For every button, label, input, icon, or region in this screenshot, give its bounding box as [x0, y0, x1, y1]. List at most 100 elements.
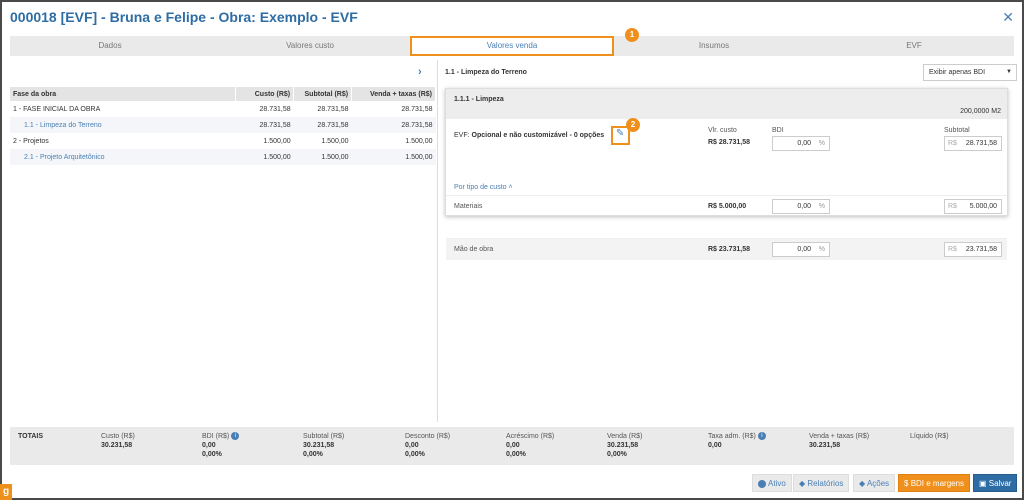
por-tipo-label: Por tipo de custo	[454, 184, 507, 191]
cost-row: Mão de obra R$ 23.731,58 0,00 % R$ 23.73…	[446, 238, 1007, 260]
row-label: 1 - FASE INICIAL DA OBRA	[13, 105, 101, 113]
totals-bar: TOTAIS Custo (R$) 30.231,58 BDI (R$) i 0,…	[10, 427, 1014, 465]
row-custo: 28.731,58	[235, 117, 294, 133]
row-label: 2 - Projetos	[13, 137, 49, 145]
totals-pct: 0,00%	[303, 451, 323, 458]
totals-pct: 0,00%	[506, 451, 526, 458]
totals-col-desconto: Desconto (R$) 0,00 0,00%	[405, 432, 450, 459]
cost-row-subtotal-value: 23.731,58	[965, 246, 997, 253]
salvar-button[interactable]: ▣ Salvar	[973, 474, 1018, 492]
row-venda: 1.500,00	[405, 137, 433, 145]
totals-header: Taxa adm. (R$)	[708, 433, 756, 440]
col-subtotal[interactable]: Subtotal (R$)	[293, 87, 353, 101]
title-bar: 000018 [EVF] - Bruna e Felipe - Obra: Ex…	[2, 2, 1022, 32]
percent-suffix: %	[818, 203, 825, 210]
totals-header: Líquido (R$)	[910, 433, 949, 440]
bdi-input[interactable]: 0,00 %	[772, 136, 830, 151]
tab-evf[interactable]: EVF	[814, 36, 1014, 56]
subtotal-field: R$ 28.731,58	[944, 136, 1002, 151]
currency-prefix: R$	[948, 246, 957, 253]
chevron-up-icon: ˄	[508, 184, 513, 191]
percent-suffix: %	[818, 246, 825, 253]
percent-suffix: %	[818, 140, 825, 147]
cost-row-label: Materiais	[454, 203, 483, 210]
cost-row-bdi-input[interactable]: 0,00 %	[772, 199, 830, 214]
tab-valores-venda[interactable]: Valores venda	[410, 36, 614, 56]
evf-value: Opcional e não customizável - 0 opções	[471, 132, 605, 139]
totals-pct: 0,00%	[202, 451, 222, 458]
totals-header: Custo (R$)	[101, 433, 135, 440]
totals-label: TOTAIS	[18, 432, 43, 441]
table-row[interactable]: 1 - FASE INICIAL DA OBRA 28.731,58 28.73…	[10, 101, 436, 117]
row-custo: 1.500,00	[263, 137, 291, 145]
acoes-button[interactable]: ◆ Ações	[853, 474, 896, 492]
dollar-icon: $	[904, 479, 909, 488]
totals-col-venda-taxas: Venda + taxas (R$) 30.231,58	[809, 432, 869, 450]
col-custo[interactable]: Custo (R$)	[235, 87, 295, 101]
cost-row: Materiais R$ 5.000,00 0,00 % R$ 5.000,00	[446, 195, 1007, 217]
help-widget-icon[interactable]: g	[0, 484, 12, 500]
currency-prefix: R$	[948, 203, 957, 210]
totals-value: 0,00	[405, 442, 419, 449]
info-icon[interactable]: i	[231, 432, 240, 441]
acoes-label: Ações	[866, 479, 890, 488]
cost-row-bdi-input[interactable]: 0,00 %	[772, 242, 830, 257]
bdi-margens-button[interactable]: $ BDI e margens	[898, 474, 971, 492]
cost-row-subtotal: R$ 23.731,58	[944, 242, 1002, 257]
totals-header: Acréscimo (R$)	[506, 433, 555, 440]
totals-value: 30.231,58	[101, 442, 133, 449]
row-venda: 28.731,58	[351, 117, 436, 133]
tab-insumos[interactable]: Insumos	[614, 36, 814, 56]
cost-row-bdi-value: 0,00	[797, 203, 811, 210]
row-subtotal: 1.500,00	[321, 137, 349, 145]
por-tipo-toggle[interactable]: Por tipo de custo ˄	[454, 184, 513, 191]
info-icon[interactable]: i	[757, 432, 766, 441]
relatorios-button[interactable]: ◆ Relatórios	[793, 474, 850, 492]
table-row[interactable]: 1.1 - Limpeza do Terreno 28.731,58 28.73…	[10, 117, 436, 133]
chevron-right-icon[interactable]: ›	[418, 66, 422, 78]
currency-prefix: R$	[948, 140, 957, 147]
table-row[interactable]: 2.1 - Projeto Arquitetônico 1.500,00 1.5…	[10, 149, 436, 165]
cost-row-value: R$ 5.000,00	[708, 203, 747, 210]
totals-pct: 0,00%	[607, 451, 627, 458]
row-venda: 1.500,00	[351, 149, 436, 165]
close-icon[interactable]: ✕	[1002, 9, 1014, 26]
table-header-row: Fase da obra Custo (R$) Subtotal (R$) Ve…	[10, 87, 436, 101]
cost-row-subtotal-value: 5.000,00	[969, 203, 997, 210]
bdi-input-value: 0,00	[797, 140, 811, 147]
table-row[interactable]: 2 - Projetos 1.500,00 1.500,00 1.500,00	[10, 133, 436, 149]
tab-valores-custo[interactable]: Valores custo	[210, 36, 410, 56]
caret-down-icon: ▼	[1006, 69, 1012, 75]
totals-value: 0,00	[506, 442, 520, 449]
bdi-filter-select[interactable]: Exibir apenas BDI ▼	[923, 64, 1017, 81]
tab-dados[interactable]: Dados	[10, 36, 210, 56]
row-label-link[interactable]: 2.1 - Projeto Arquitetônico	[10, 149, 236, 165]
totals-header: Subtotal (R$)	[303, 433, 345, 440]
subtotal-label: Subtotal	[944, 127, 970, 134]
ativo-button[interactable]: Ativo	[752, 474, 792, 492]
bdi-label: BDI	[772, 127, 784, 134]
totals-col-subtotal: Subtotal (R$) 30.231,58 0,00%	[303, 432, 344, 459]
card-quantity: 200,0000 M2	[960, 108, 1001, 115]
totals-header: Venda (R$)	[607, 433, 643, 440]
totals-value: 30.231,58	[607, 442, 639, 449]
row-label-link[interactable]: 1.1 - Limpeza do Terreno	[10, 117, 236, 133]
totals-pct: 0,00%	[405, 451, 425, 458]
totals-header: BDI (R$)	[202, 433, 230, 440]
totals-value: 30.231,58	[809, 442, 841, 449]
col-venda[interactable]: Venda + taxas (R$)	[351, 87, 436, 101]
col-fase[interactable]: Fase da obra	[10, 87, 237, 101]
totals-col-acrescimo: Acréscimo (R$) 0,00 0,00%	[506, 432, 554, 459]
totals-col-taxa: Taxa adm. (R$) i 0,00	[708, 432, 766, 450]
right-panel: 1.1 - Limpeza do Terreno Exibir apenas B…	[445, 60, 1017, 422]
tag-icon: ◆	[859, 479, 867, 488]
row-subtotal: 28.731,58	[293, 117, 352, 133]
totals-header: Desconto (R$)	[405, 433, 451, 440]
section-title: 1.1 - Limpeza do Terreno	[445, 69, 527, 76]
row-custo: 1.500,00	[235, 149, 294, 165]
row-venda: 28.731,58	[401, 105, 433, 113]
vlr-custo-label: Vlr. custo	[708, 127, 737, 134]
card-header: 1.1.1 - Limpeza 200,0000 M2	[446, 89, 1007, 119]
totals-header: Venda + taxas (R$)	[809, 433, 870, 440]
cost-row-bdi-value: 0,00	[797, 246, 811, 253]
